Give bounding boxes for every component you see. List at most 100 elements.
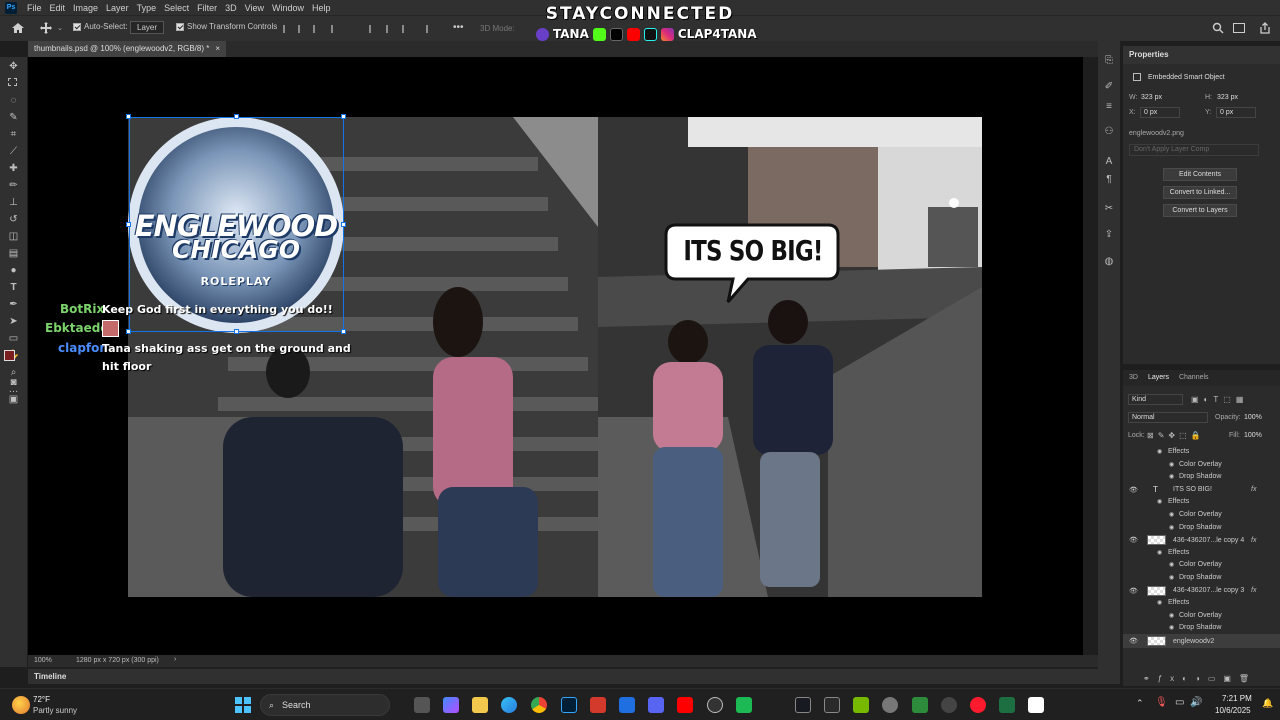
transform-handle[interactable]: [341, 329, 346, 334]
effect-row[interactable]: ◉ Color Overlay: [1123, 609, 1280, 622]
visibility-eye-icon[interactable]: 👁: [1129, 637, 1138, 645]
timeline-panel-tab[interactable]: Timeline: [28, 668, 1112, 684]
effect-visibility-icon[interactable]: ◉: [1169, 524, 1174, 531]
effect-visibility-icon[interactable]: ◉: [1157, 498, 1162, 505]
effect-row[interactable]: ◉ Color Overlay: [1123, 558, 1280, 571]
brush-tool-icon[interactable]: ✏: [8, 180, 19, 191]
layer-fx-badge[interactable]: fx: [1251, 486, 1256, 493]
effect-visibility-icon[interactable]: ◉: [1157, 599, 1162, 606]
align-left-icon[interactable]: [283, 25, 292, 33]
layer-row[interactable]: 👁 englewoodv2: [1123, 634, 1280, 648]
photoshop-taskbar-icon[interactable]: [561, 697, 577, 713]
distribute-spacing-icon[interactable]: [426, 25, 435, 33]
taskbar-search-box[interactable]: ⌕ Search: [260, 694, 390, 716]
notification-icon[interactable]: 🔔: [1262, 698, 1273, 709]
task-view-icon[interactable]: [414, 697, 430, 713]
auto-select-checkbox[interactable]: Auto-Select:: [73, 22, 128, 31]
convert-to-layers-button[interactable]: Convert to Layers: [1163, 204, 1237, 217]
effects-group-row[interactable]: ◉ Effects: [1123, 546, 1280, 559]
align-center-icon[interactable]: [298, 25, 307, 33]
transform-handle[interactable]: [126, 114, 131, 119]
transform-handle[interactable]: [126, 222, 131, 227]
network-icon[interactable]: ▭: [1175, 697, 1184, 708]
eraser-tool-icon[interactable]: ◫: [8, 231, 19, 242]
opera-icon[interactable]: [970, 697, 986, 713]
effect-row[interactable]: ◉ Drop Shadow: [1123, 521, 1280, 534]
menu-filter[interactable]: Filter: [193, 3, 221, 13]
menu-layer[interactable]: Layer: [102, 3, 133, 13]
app-icon[interactable]: [941, 697, 957, 713]
document-tab[interactable]: thumbnails.psd @ 100% (englewoodv2, RGB/…: [28, 41, 226, 57]
convert-to-linked-button[interactable]: Convert to Linked...: [1163, 186, 1237, 199]
effect-visibility-icon[interactable]: ◉: [1169, 511, 1174, 518]
effects-group-row[interactable]: ◉ Effects: [1123, 445, 1280, 458]
discord-icon[interactable]: [648, 697, 664, 713]
history-brush-icon[interactable]: ↺: [8, 214, 19, 225]
brush-settings-icon[interactable]: ✐: [1103, 81, 1115, 93]
effects-group-row[interactable]: ◉ Effects: [1123, 596, 1280, 609]
menu-edit[interactable]: Edit: [46, 3, 70, 13]
x-field[interactable]: 0 px: [1140, 107, 1180, 118]
distribute-middle-icon[interactable]: [386, 25, 395, 33]
gradient-tool-icon[interactable]: ▤: [8, 248, 19, 259]
effect-visibility-icon[interactable]: ◉: [1169, 561, 1174, 568]
file-explorer-icon[interactable]: [472, 697, 488, 713]
type-tool-icon[interactable]: T: [8, 282, 19, 293]
distribute-icon[interactable]: [369, 25, 378, 33]
tab-3d[interactable]: 3D: [1129, 374, 1138, 382]
effect-visibility-icon[interactable]: ◉: [1169, 473, 1174, 480]
effect-row[interactable]: ◉ Color Overlay: [1123, 458, 1280, 471]
weather-desc[interactable]: Partly sunny: [33, 706, 77, 715]
layer-comp-dropdown[interactable]: Don't Apply Layer Comp: [1129, 144, 1259, 156]
rectangle-tool-icon[interactable]: ▭: [8, 333, 19, 344]
healing-brush-icon[interactable]: ✚: [8, 163, 19, 174]
home-icon[interactable]: [11, 22, 25, 34]
weather-temp[interactable]: 72°F: [33, 695, 50, 704]
edge-icon[interactable]: [501, 697, 517, 713]
layer-fx-badge[interactable]: fx: [1251, 537, 1256, 544]
search-icon[interactable]: [1212, 22, 1224, 34]
menu-image[interactable]: Image: [69, 3, 102, 13]
tab-channels[interactable]: Channels: [1179, 374, 1209, 382]
volume-icon[interactable]: 🔊: [1190, 697, 1202, 708]
visibility-eye-icon[interactable]: 👁: [1129, 587, 1138, 595]
youtube-icon[interactable]: [677, 697, 693, 713]
effect-row[interactable]: ◉ Color Overlay: [1123, 508, 1280, 521]
layer-fx-badge[interactable]: fx: [1251, 587, 1256, 594]
marquee-tool-icon[interactable]: [8, 78, 17, 86]
transform-handle[interactable]: [341, 114, 346, 119]
menu-type[interactable]: Type: [133, 3, 161, 13]
microphone-icon[interactable]: 🎙: [1155, 697, 1168, 708]
crop-tool-icon[interactable]: ⌗: [8, 129, 19, 140]
effect-visibility-icon[interactable]: ◉: [1169, 574, 1174, 581]
quick-mask-icon[interactable]: ◙: [8, 377, 19, 388]
zoom-level[interactable]: 100%: [34, 657, 52, 664]
share-icon[interactable]: [1259, 22, 1271, 34]
layer-action-icons[interactable]: ⚭ƒx◐◑▭▣🗑: [1143, 674, 1257, 683]
menu-window[interactable]: Window: [268, 3, 308, 13]
tools-preset-icon[interactable]: ✂: [1103, 203, 1115, 215]
adjustments-icon[interactable]: ≡: [1103, 101, 1115, 113]
epic-games-icon[interactable]: [824, 697, 840, 713]
lock-icons[interactable]: ⊠✎✥⬚🔒: [1147, 431, 1205, 440]
auto-select-dropdown[interactable]: Layer: [130, 21, 165, 34]
weather-icon[interactable]: [12, 696, 30, 714]
dodge-tool-icon[interactable]: ●: [8, 265, 19, 276]
excel-icon[interactable]: [999, 697, 1015, 713]
history-icon[interactable]: ⎘: [1103, 55, 1115, 67]
windows-start-icon[interactable]: [235, 697, 251, 713]
layer-filter-icons[interactable]: ▣◐T⬚▦: [1191, 395, 1248, 404]
eyedropper-tool-icon[interactable]: ⟋: [8, 146, 19, 157]
export-icon[interactable]: ⇪: [1103, 229, 1115, 241]
close-tab-icon[interactable]: ×: [215, 44, 220, 54]
screen-mode-icon[interactable]: ▣: [8, 394, 19, 405]
visibility-eye-icon[interactable]: 👁: [1129, 536, 1138, 544]
app-icon[interactable]: [707, 697, 723, 713]
effect-row[interactable]: ◉ Drop Shadow: [1123, 621, 1280, 634]
align-top-icon[interactable]: [331, 25, 340, 33]
app-icon[interactable]: [912, 697, 928, 713]
height-field[interactable]: 323 px: [1217, 94, 1238, 101]
menu-select[interactable]: Select: [160, 3, 193, 13]
effect-visibility-icon[interactable]: ◉: [1169, 624, 1174, 631]
more-options-button[interactable]: •••: [453, 22, 464, 33]
